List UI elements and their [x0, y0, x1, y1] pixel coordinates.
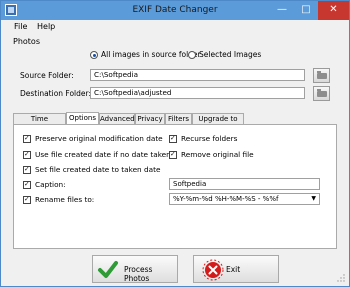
source-folder-label: Source Folder:	[20, 71, 74, 80]
minimize-button[interactable]: —	[270, 1, 294, 20]
maximize-button[interactable]: □	[294, 1, 318, 20]
rename-pattern-select[interactable]: %Y-%m-%d %H-%M-%S - %%f ▼	[169, 193, 320, 205]
options-panel: Preserve original modification date Use …	[13, 124, 337, 249]
process-photos-button[interactable]: Process Photos	[92, 255, 178, 283]
main-window: EXIF Date Changer — □ ✕ File Help Photos…	[0, 0, 350, 287]
all-images-radio[interactable]	[90, 51, 98, 59]
folder-icon	[317, 71, 327, 79]
source-folder-input[interactable]: C:\Softpedia	[90, 69, 305, 81]
exit-label: Exit	[226, 265, 241, 274]
recurse-folders-label[interactable]: Recurse folders	[181, 134, 237, 143]
caption-input[interactable]: Softpedia	[169, 178, 320, 190]
selected-images-label[interactable]: Selected Images	[199, 50, 261, 59]
remove-original-label[interactable]: Remove original file	[181, 150, 254, 159]
title-bar[interactable]: EXIF Date Changer — □ ✕	[1, 1, 349, 20]
caption-label[interactable]: Caption:	[35, 180, 66, 189]
destination-browse-button[interactable]	[313, 86, 330, 101]
photos-group-label: Photos	[13, 37, 40, 46]
selected-images-radio[interactable]	[188, 51, 196, 59]
tab-time-difference[interactable]: Time Difference	[13, 113, 66, 133]
exit-button[interactable]: Exit	[193, 255, 279, 283]
stop-icon	[202, 259, 224, 281]
recurse-folders-checkbox[interactable]	[169, 134, 177, 143]
tab-advanced[interactable]: Advanced	[99, 113, 135, 124]
remove-original-checkbox[interactable]	[169, 150, 177, 159]
all-images-label[interactable]: All images in source folder	[101, 50, 201, 59]
set-created-date-label[interactable]: Set file created date to taken date	[35, 165, 160, 174]
destination-folder-label: Destination Folder:	[20, 89, 91, 98]
process-photos-label: Process Photos	[124, 265, 153, 283]
tab-filters[interactable]: Filters	[165, 113, 192, 124]
preserve-mod-date-checkbox[interactable]	[23, 134, 31, 143]
tab-privacy[interactable]: Privacy	[135, 113, 165, 124]
caption-checkbox[interactable]	[23, 180, 31, 189]
checkmark-icon	[98, 261, 118, 278]
rename-files-label[interactable]: Rename files to:	[35, 195, 94, 204]
set-created-date-checkbox[interactable]	[23, 165, 31, 174]
preserve-mod-date-label[interactable]: Preserve original modification date	[35, 134, 163, 143]
resize-grip-icon[interactable]	[337, 274, 345, 282]
folder-icon	[317, 89, 327, 97]
close-button[interactable]: ✕	[318, 1, 349, 20]
menu-help[interactable]: Help	[37, 22, 55, 31]
menu-file[interactable]: File	[14, 22, 27, 31]
tab-upgrade-to-pro[interactable]: Upgrade to Pro	[192, 113, 244, 133]
rename-pattern-value: %Y-%m-%d %H-%M-%S - %%f	[173, 195, 279, 203]
use-created-date-label[interactable]: Use file created date if no date taken	[35, 150, 171, 159]
rename-files-checkbox[interactable]	[23, 195, 31, 204]
source-browse-button[interactable]	[313, 68, 330, 83]
use-created-date-checkbox[interactable]	[23, 150, 31, 159]
destination-folder-input[interactable]: C:\Softpedia\adjusted	[90, 87, 305, 99]
menu-bar: File Help	[1, 20, 349, 33]
chevron-down-icon[interactable]: ▼	[311, 194, 316, 204]
